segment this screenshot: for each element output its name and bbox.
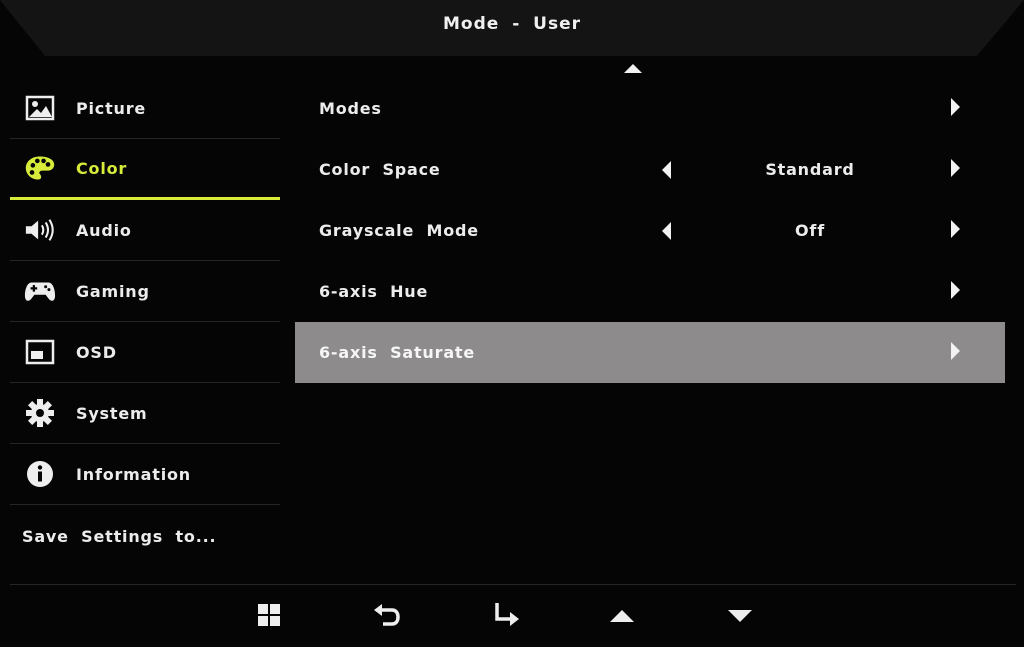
save-settings-label: Save Settings to... bbox=[22, 526, 217, 546]
picture-icon bbox=[24, 92, 56, 124]
arrow-right-icon[interactable] bbox=[951, 342, 960, 360]
save-settings-button[interactable]: Save Settings to... bbox=[10, 505, 280, 567]
arrow-left-icon[interactable] bbox=[662, 161, 671, 179]
sidebar-item-label: Picture bbox=[76, 98, 147, 118]
sidebar-item-label: Gaming bbox=[76, 281, 150, 301]
info-icon bbox=[24, 458, 56, 490]
sidebar-item-label: Color bbox=[76, 158, 128, 178]
sidebar-item-picture[interactable]: Picture bbox=[10, 78, 280, 139]
up-button[interactable] bbox=[605, 600, 639, 634]
row-6-axis-hue[interactable]: 6-axis Hue bbox=[295, 261, 1005, 322]
speaker-icon bbox=[24, 214, 56, 246]
row-modes[interactable]: Modes bbox=[295, 78, 1005, 139]
sidebar: Picture Color Audio Gaming OSD System In… bbox=[10, 78, 280, 567]
arrow-right-icon[interactable] bbox=[951, 281, 960, 299]
arrow-right-icon[interactable] bbox=[951, 98, 960, 116]
row-label: Grayscale Mode bbox=[319, 221, 479, 240]
sidebar-item-gaming[interactable]: Gaming bbox=[10, 261, 280, 322]
page-title: Mode - User bbox=[442, 14, 582, 34]
up-arrow-icon bbox=[610, 608, 634, 627]
sidebar-item-audio[interactable]: Audio bbox=[10, 200, 280, 261]
osd-screen: Mode - User Picture Color Audio Gaming O… bbox=[0, 0, 1024, 647]
osd-window-icon bbox=[24, 336, 56, 368]
row-value: Standard bbox=[765, 160, 855, 179]
sidebar-item-information[interactable]: Information bbox=[10, 444, 280, 505]
sidebar-item-system[interactable]: System bbox=[10, 383, 280, 444]
row-label: Color Space bbox=[319, 160, 441, 179]
back-button[interactable] bbox=[370, 600, 404, 634]
down-arrow-icon bbox=[728, 608, 752, 627]
scroll-up-icon[interactable] bbox=[624, 64, 642, 73]
arrow-right-icon[interactable] bbox=[951, 159, 960, 177]
back-icon bbox=[374, 604, 400, 630]
palette-icon bbox=[24, 152, 56, 184]
enter-button[interactable] bbox=[489, 600, 523, 634]
row-6-axis-saturate[interactable]: 6-axis Saturate bbox=[295, 322, 1005, 383]
arrow-left-icon[interactable] bbox=[662, 222, 671, 240]
arrow-right-icon[interactable] bbox=[951, 220, 960, 238]
sidebar-item-label: OSD bbox=[76, 342, 117, 362]
row-grayscale-mode[interactable]: Grayscale Mode Off bbox=[295, 200, 1005, 261]
down-button[interactable] bbox=[723, 600, 757, 634]
sidebar-item-label: System bbox=[76, 403, 148, 423]
gamepad-icon bbox=[24, 275, 56, 307]
row-value: Off bbox=[795, 221, 825, 240]
row-label: 6-axis Hue bbox=[319, 282, 429, 301]
sidebar-item-color[interactable]: Color bbox=[10, 139, 280, 200]
sidebar-item-osd[interactable]: OSD bbox=[10, 322, 280, 383]
gear-icon bbox=[24, 397, 56, 429]
menu-grid-button[interactable] bbox=[252, 600, 286, 634]
color-settings-list: Modes Color Space Standard Grayscale Mod… bbox=[295, 78, 1005, 383]
row-label: Modes bbox=[319, 99, 382, 118]
row-label: 6-axis Saturate bbox=[319, 343, 476, 362]
bottom-divider bbox=[10, 584, 1016, 585]
enter-icon bbox=[493, 603, 519, 631]
row-color-space[interactable]: Color Space Standard bbox=[295, 139, 1005, 200]
sidebar-item-label: Audio bbox=[76, 220, 132, 240]
menu-grid-icon bbox=[258, 604, 280, 630]
sidebar-item-label: Information bbox=[76, 464, 191, 484]
